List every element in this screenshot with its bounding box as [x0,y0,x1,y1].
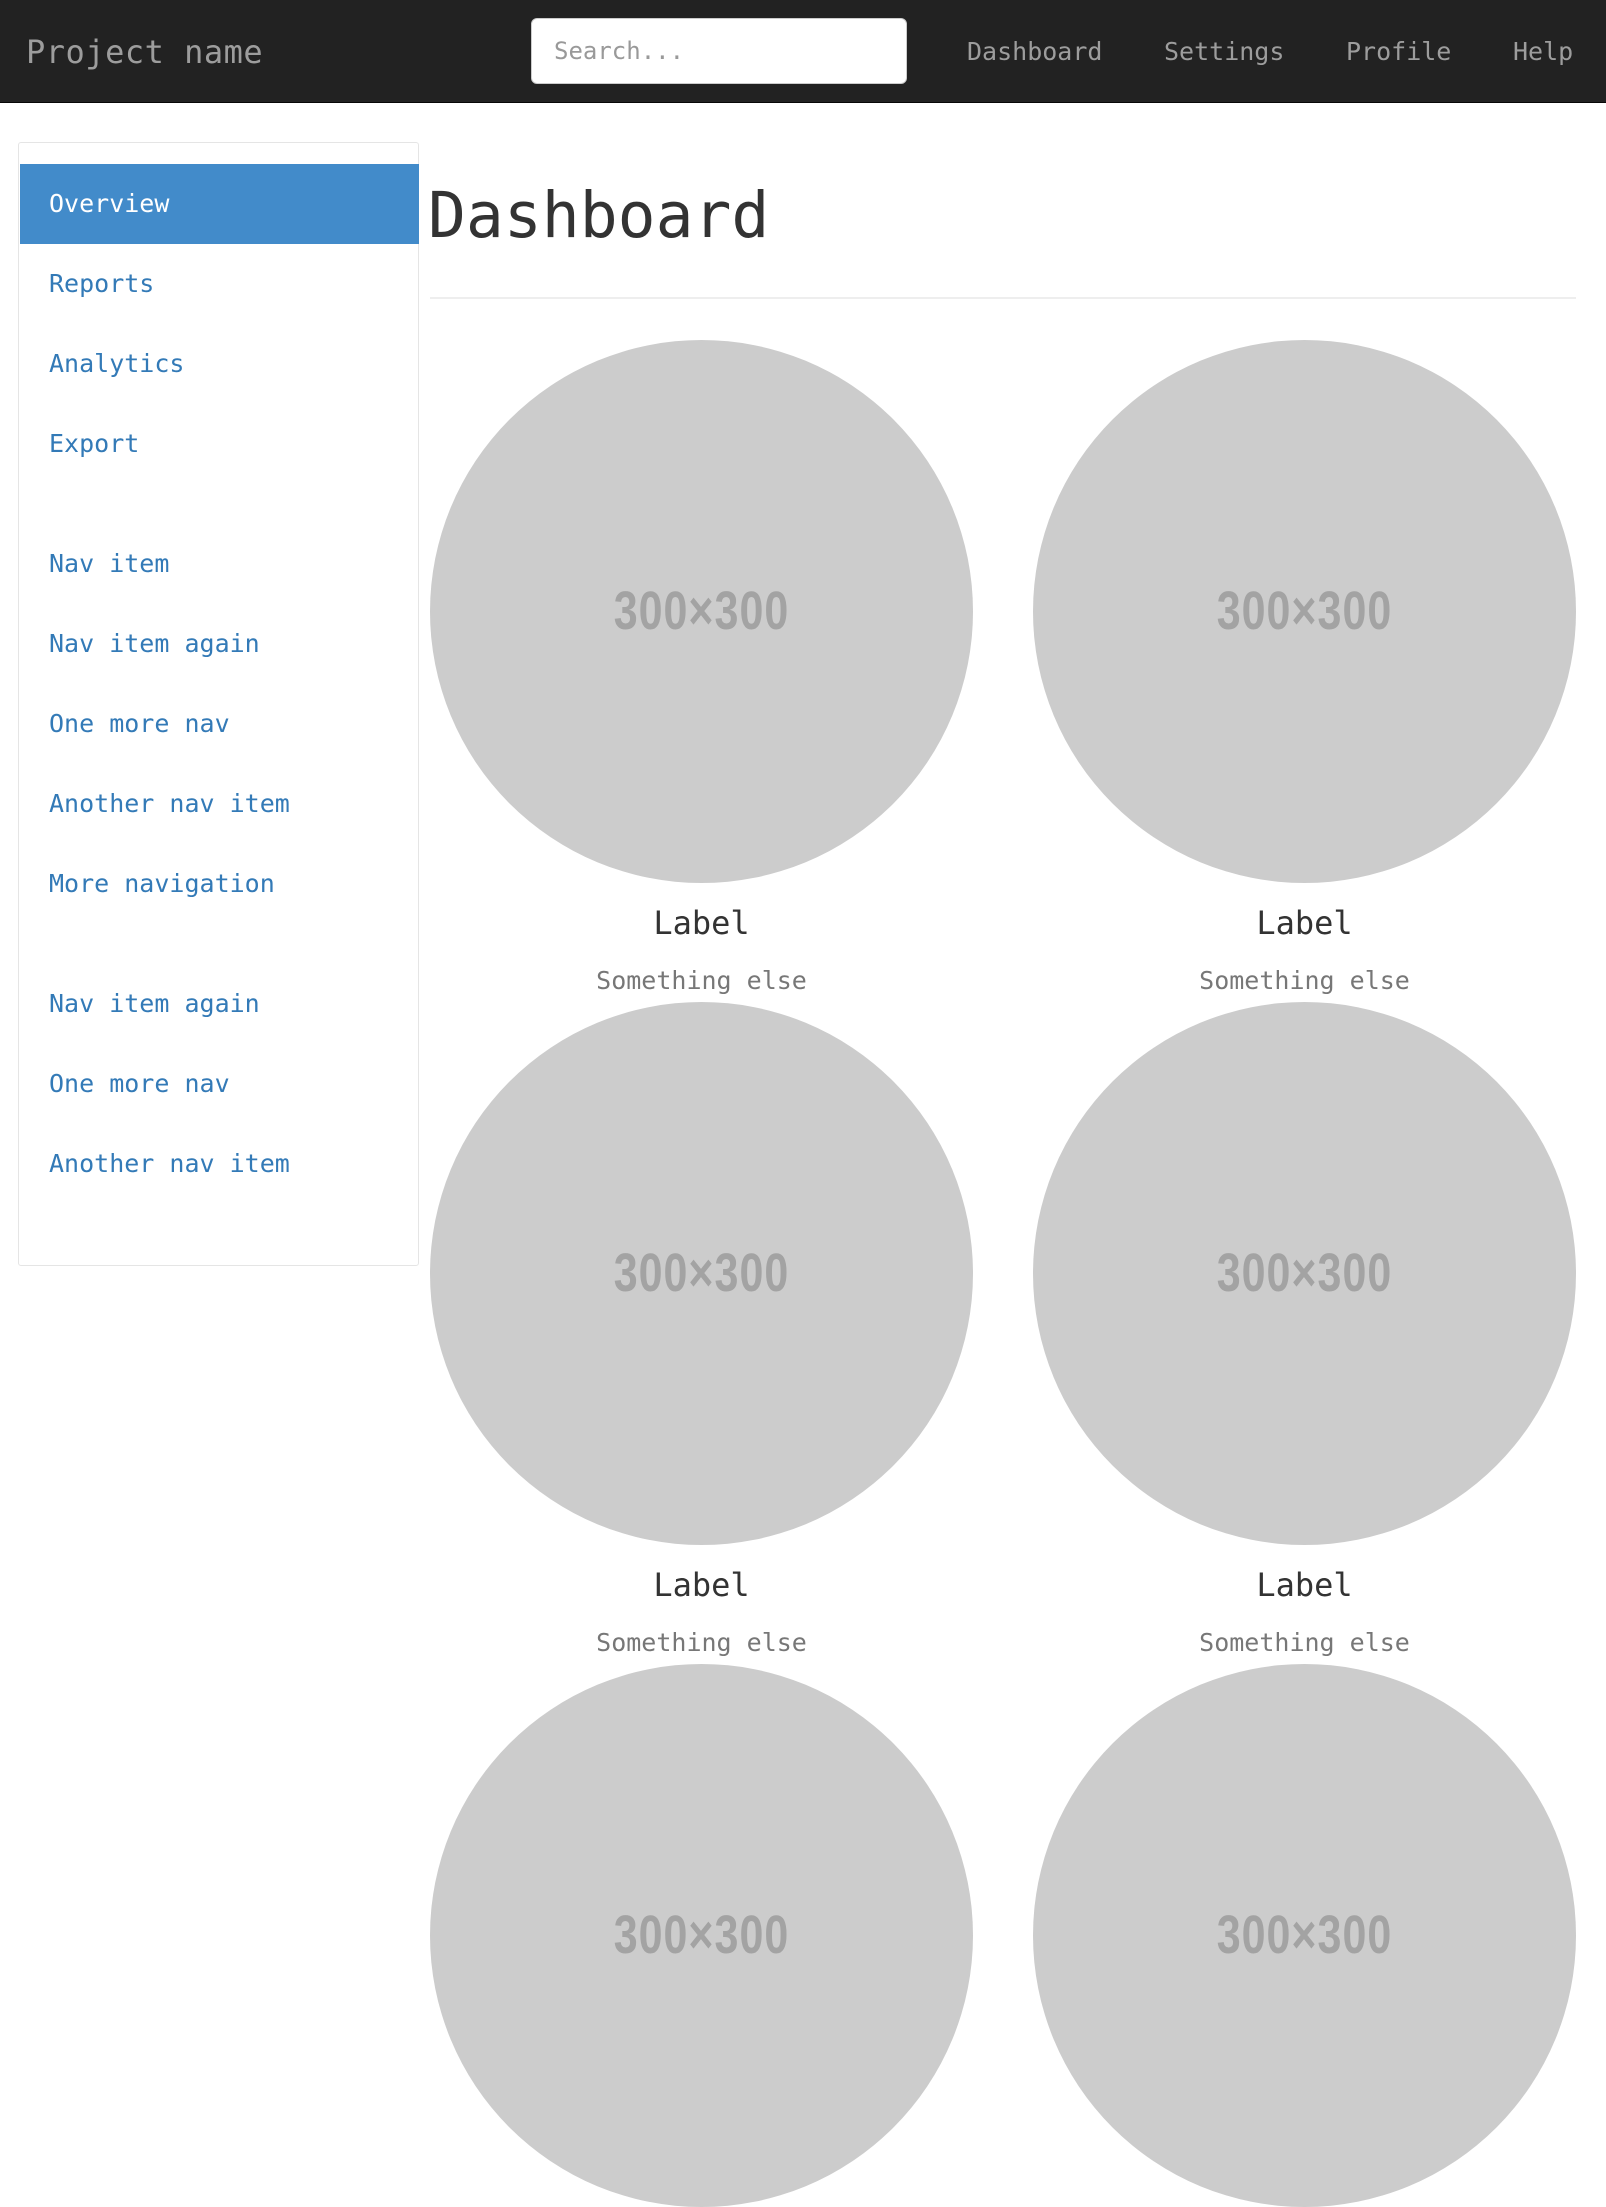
sidebar-item-analytics[interactable]: Analytics [20,324,419,404]
sidebar-item-reports[interactable]: Reports [20,244,419,324]
sidebar-item-nav-item-again[interactable]: Nav item again [20,604,419,684]
sidebar-item-another-nav-item[interactable]: Another nav item [20,764,419,844]
placeholder-size-text: 300×300 [1216,1242,1393,1303]
nav-link-help[interactable]: Help [1513,0,1573,103]
placeholder-image: 300×300 [1033,340,1576,883]
sidebar-item-one-more-nav[interactable]: One more nav [20,684,419,764]
placeholder-subtext: Something else [1199,966,1410,995]
sidebar-item-another-nav-item-2[interactable]: Another nav item [20,1124,419,1204]
sidebar-item-overview[interactable]: Overview [20,164,419,244]
placeholder-subtext: Something else [1199,1628,1410,1657]
title-divider [430,297,1576,299]
placeholder-size-text: 300×300 [1216,580,1393,641]
top-navbar: Project name Dashboard Settings Profile … [0,0,1606,103]
search-input[interactable] [531,18,907,84]
brand-link[interactable]: Project name [26,30,263,74]
placeholder-label: Label [653,904,750,942]
placeholder-image: 300×300 [1033,1002,1576,1545]
placeholder-label: Label [1256,904,1353,942]
placeholder-image: 300×300 [430,340,973,883]
placeholder-subtext: Something else [596,1628,807,1657]
placeholder-size-text: 300×300 [1216,1904,1393,1965]
sidebar-item-more-navigation[interactable]: More navigation [20,844,419,924]
sidebar-item-one-more-nav-2[interactable]: One more nav [20,1044,419,1124]
nav-link-profile[interactable]: Profile [1346,0,1451,103]
placeholder-label: Label [1256,1566,1353,1604]
placeholder-size-text: 300×300 [613,1242,790,1303]
page-title: Dashboard [428,179,770,252]
placeholder-label: Label [653,1566,750,1604]
nav-link-dashboard[interactable]: Dashboard [967,0,1102,103]
placeholder-subtext: Something else [596,966,807,995]
nav-link-settings[interactable]: Settings [1164,0,1284,103]
placeholder-image: 300×300 [430,1002,973,1545]
sidebar-item-nav-item-again-2[interactable]: Nav item again [20,964,419,1044]
placeholder-image: 300×300 [1033,1664,1576,2207]
placeholder-image: 300×300 [430,1664,973,2207]
placeholder-size-text: 300×300 [613,1904,790,1965]
sidebar: Overview Reports Analytics Export Nav it… [18,142,419,1266]
placeholder-size-text: 300×300 [613,580,790,641]
sidebar-item-nav-item[interactable]: Nav item [20,524,419,604]
sidebar-item-export[interactable]: Export [20,404,419,484]
